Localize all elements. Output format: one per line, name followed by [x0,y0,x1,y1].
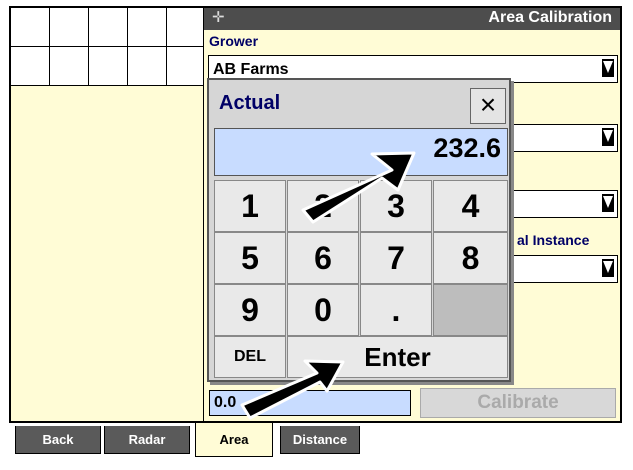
arrow-pointer [240,359,345,420]
annotation-arrows [240,151,416,420]
arrow-pointer [301,151,416,224]
